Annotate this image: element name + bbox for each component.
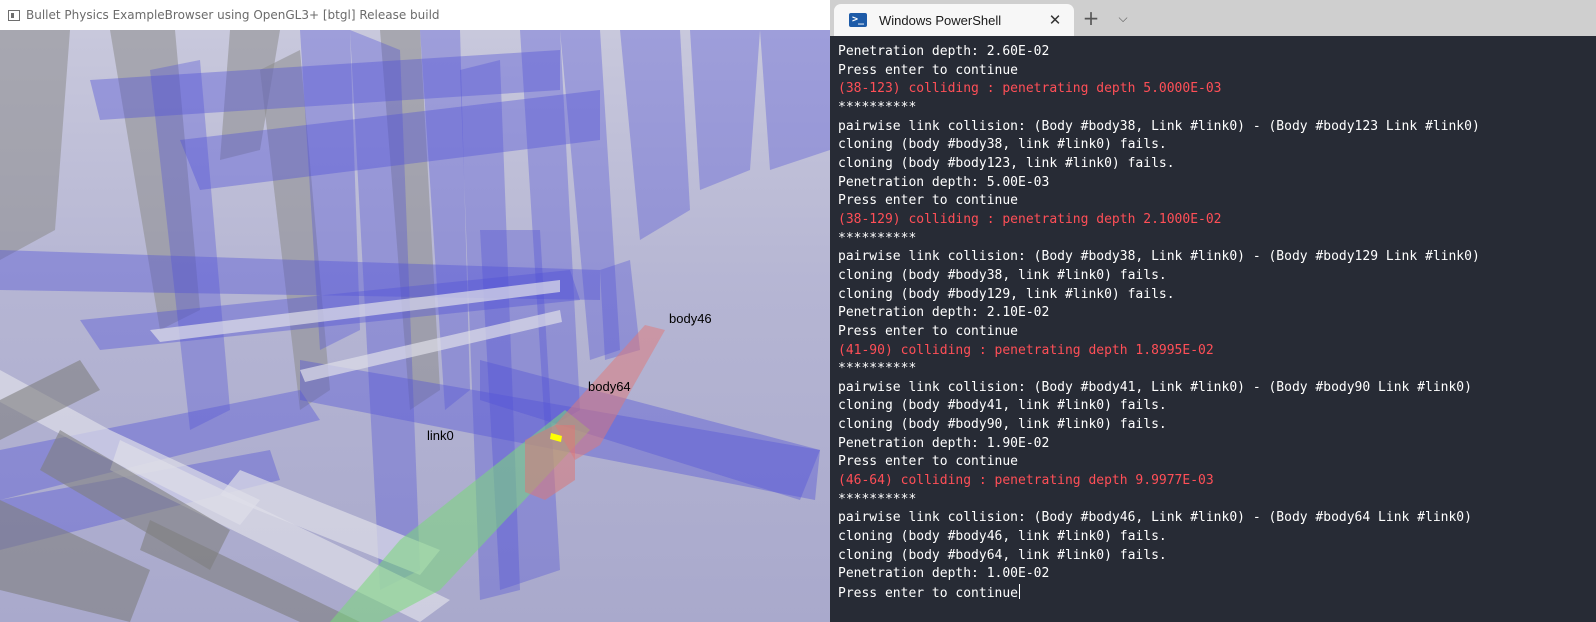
terminal-line-text: cloning (body #body38, link #link0) fail… — [838, 267, 1167, 283]
terminal-output[interactable]: Penetration depth: 2.60E-02 Press enter t… — [830, 36, 1596, 622]
terminal-line: Penetration depth: 2.10E-02 — [838, 304, 1480, 323]
bullet-window-title: Bullet Physics ExampleBrowser using Open… — [26, 8, 440, 22]
terminal-line-text: cloning (body #body64, link #link0) fail… — [838, 547, 1167, 563]
terminal-line-text: Press enter to continue — [838, 586, 1019, 602]
terminal-line-text: (46-64) colliding : penetrating depth 9.… — [838, 473, 1214, 489]
label-body46: body46 — [669, 311, 712, 326]
terminal-line-text: ********** — [838, 491, 917, 507]
terminal-line-text: Penetration depth: 5.00E-03 — [838, 174, 1050, 190]
terminal-line-text: Penetration depth: 1.90E-02 — [838, 435, 1050, 451]
terminal-line-text: cloning (body #body41, link #link0) fail… — [838, 398, 1167, 414]
terminal-line: ********** — [838, 491, 1480, 510]
terminal-line-text: Press enter to continue — [838, 323, 1019, 339]
terminal-line-text: (41-90) colliding : penetrating depth 1.… — [838, 342, 1214, 358]
terminal-error-line: (38-129) colliding : penetrating depth 2… — [838, 211, 1480, 230]
terminal-line: pairwise link collision: (Body #body46, … — [838, 509, 1480, 528]
terminal-line-text: Penetration depth: 2.60E-02 — [838, 44, 1050, 59]
terminal-line-text: Penetration depth: 1.00E-02 — [838, 566, 1050, 582]
terminal-line-text: cloning (body #body123, link #link0) fai… — [838, 155, 1175, 171]
plus-icon[interactable]: + — [1080, 6, 1102, 30]
terminal-line-text: ********** — [838, 361, 917, 377]
bullet-physics-window: Bullet Physics ExampleBrowser using Open… — [0, 0, 830, 622]
label-link0: link0 — [427, 428, 454, 443]
terminal-line: cloning (body #body41, link #link0) fail… — [838, 397, 1480, 416]
terminal-line: Press enter to continue — [838, 453, 1480, 472]
terminal-line-text: pairwise link collision: (Body #body41, … — [838, 379, 1472, 395]
label-body64: body64 — [588, 379, 631, 394]
terminal-line: cloning (body #body123, link #link0) fai… — [838, 155, 1480, 174]
powershell-icon: >_ — [849, 13, 867, 27]
terminal-line-text: cloning (body #body90, link #link0) fail… — [838, 417, 1167, 433]
terminal-line: Press enter to continue — [838, 323, 1480, 342]
terminal-line: cloning (body #body38, link #link0) fail… — [838, 267, 1480, 286]
terminal-error-line: (38-123) colliding : penetrating depth 5… — [838, 80, 1480, 99]
terminal-line: ********** — [838, 230, 1480, 249]
terminal-error-line: (41-90) colliding : penetrating depth 1.… — [838, 342, 1480, 361]
terminal-line-text: Press enter to continue — [838, 62, 1019, 78]
close-icon[interactable]: ✕ — [1046, 11, 1064, 29]
terminal-line-text: (38-129) colliding : penetrating depth 2… — [838, 211, 1222, 227]
terminal-line-text: pairwise link collision: (Body #body38, … — [838, 118, 1480, 134]
terminal-line: cloning (body #body129, link #link0) fai… — [838, 286, 1480, 305]
bullet-titlebar[interactable]: Bullet Physics ExampleBrowser using Open… — [0, 0, 830, 30]
chevron-down-icon[interactable]: ⌵ — [1114, 6, 1132, 30]
terminal-line: pairwise link collision: (Body #body38, … — [838, 118, 1480, 137]
tab-title: Windows PowerShell — [879, 12, 1002, 28]
tab-windows-powershell[interactable]: >_ Windows PowerShell ✕ — [834, 4, 1074, 36]
terminal-line-text: Penetration depth: 2.10E-02 — [838, 305, 1050, 321]
terminal-line-text: cloning (body #body46, link #link0) fail… — [838, 529, 1167, 545]
terminal-line-text: ********** — [838, 230, 917, 246]
terminal-line-text: (38-123) colliding : penetrating depth 5… — [838, 81, 1222, 97]
terminal-line: Press enter to continue — [838, 192, 1480, 211]
terminal-line: Press enter to continue — [838, 584, 1480, 604]
terminal-line: Penetration depth: 1.00E-02 — [838, 565, 1480, 584]
terminal-line: ********** — [838, 99, 1480, 118]
terminal-line-text: ********** — [838, 99, 917, 115]
terminal-error-line: (46-64) colliding : penetrating depth 9.… — [838, 472, 1480, 491]
terminal-line: ********** — [838, 360, 1480, 379]
terminal-line: Penetration depth: 1.90E-02 — [838, 435, 1480, 454]
terminal-line: Press enter to continue — [838, 62, 1480, 81]
tab-bar: >_ Windows PowerShell ✕ + ⌵ — [830, 0, 1596, 36]
scene-render — [0, 30, 830, 622]
app-window-icon — [8, 9, 20, 21]
terminal-line: cloning (body #body90, link #link0) fail… — [838, 416, 1480, 435]
terminal-line: cloning (body #body38, link #link0) fail… — [838, 136, 1480, 155]
terminal-line: pairwise link collision: (Body #body38, … — [838, 248, 1480, 267]
terminal-line-text: Press enter to continue — [838, 193, 1019, 209]
terminal-line-text: Press enter to continue — [838, 454, 1019, 470]
terminal-line-text: pairwise link collision: (Body #body46, … — [838, 510, 1472, 526]
terminal-line-text: cloning (body #body38, link #link0) fail… — [838, 137, 1167, 153]
terminal-line-text: cloning (body #body129, link #link0) fai… — [838, 286, 1175, 302]
terminal-line-text: pairwise link collision: (Body #body38, … — [838, 249, 1480, 265]
terminal-line: Penetration depth: 5.00E-03 — [838, 174, 1480, 193]
terminal-line: Penetration depth: 2.60E-02 — [838, 43, 1480, 62]
physics-3d-viewport[interactable]: body46 body64 link0 — [0, 30, 830, 622]
text-cursor — [1019, 584, 1021, 600]
terminal-line: pairwise link collision: (Body #body41, … — [838, 379, 1480, 398]
terminal-line: cloning (body #body46, link #link0) fail… — [838, 528, 1480, 547]
powershell-window: >_ Windows PowerShell ✕ + ⌵ Penetration … — [830, 0, 1596, 622]
terminal-line: cloning (body #body64, link #link0) fail… — [838, 547, 1480, 566]
terminal-lines: Penetration depth: 2.60E-02 Press enter t… — [838, 43, 1480, 604]
